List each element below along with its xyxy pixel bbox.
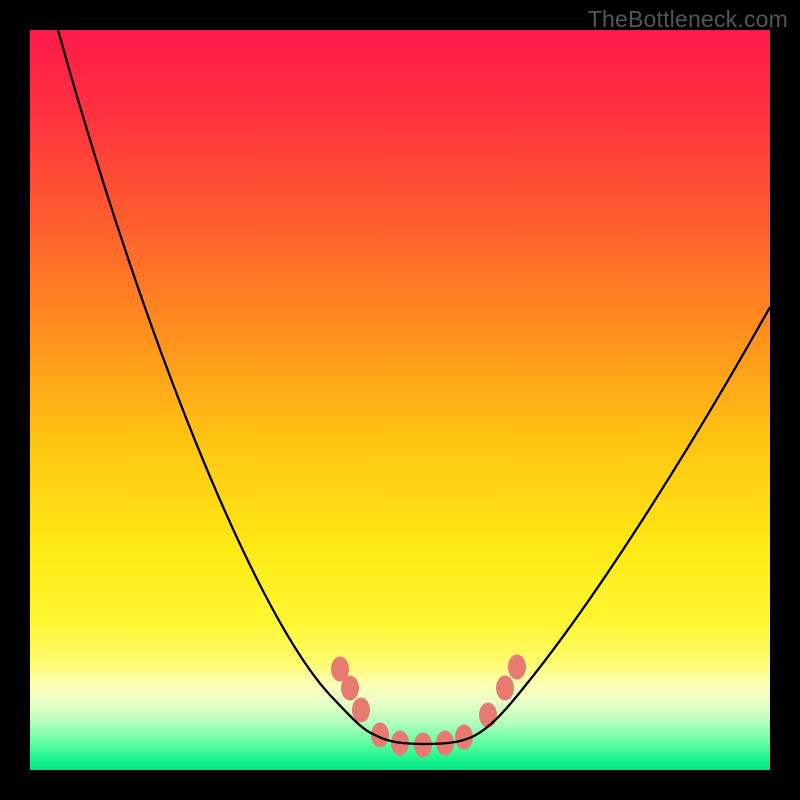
curve-marker	[508, 655, 526, 680]
curve-layer	[30, 30, 770, 770]
curve-marker	[341, 676, 359, 701]
curve-marker	[479, 703, 497, 728]
watermark-text: TheBottleneck.com	[588, 6, 788, 33]
chart-frame: TheBottleneck.com	[0, 0, 800, 800]
bottleneck-curve	[58, 30, 770, 744]
curve-marker	[352, 698, 370, 723]
marker-group	[331, 655, 526, 758]
plot-area	[30, 30, 770, 770]
curve-marker	[496, 676, 514, 701]
